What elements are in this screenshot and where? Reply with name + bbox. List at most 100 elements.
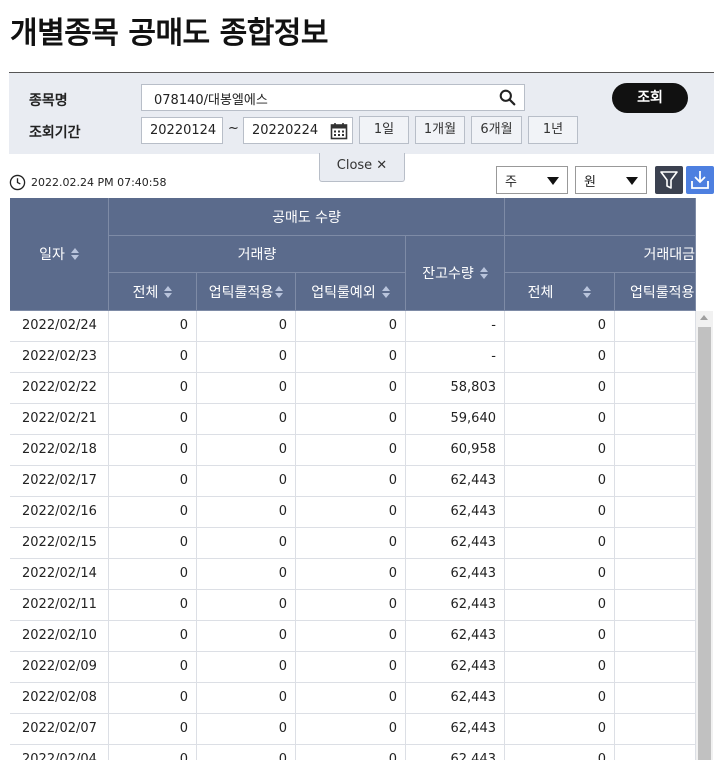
col-amount-total-header[interactable]: 전체 [505,273,615,311]
cell-total: 0 [109,621,197,652]
cell-date: 2022/02/22 [10,373,109,404]
cell-amount-uptick [615,373,696,404]
col-exempt-header[interactable]: 업틱룰예외 [296,273,406,311]
cell-amount-total: 0 [505,745,615,760]
cell-balance: 62,443 [406,621,505,652]
cell-amount-uptick [615,652,696,683]
group-trade-amount-header: 거래대금 [505,236,696,273]
cell-exempt: 0 [296,497,406,528]
timestamp: 2022.02.24 PM 07:40:58 [31,176,167,189]
cell-date: 2022/02/14 [10,559,109,590]
cell-amount-uptick [615,745,696,760]
sort-icon[interactable] [275,285,284,298]
cell-date: 2022/02/23 [10,342,109,373]
sort-icon[interactable] [164,285,173,298]
cell-exempt: 0 [296,404,406,435]
query-button[interactable]: 조회 [612,83,688,113]
table-row: 2022/02/10 0 0 0 62,443 0 [10,621,696,652]
table-row: 2022/02/23 0 0 0-0 [10,342,696,373]
cell-exempt: 0 [296,652,406,683]
cell-uptick: 0 [197,497,296,528]
cell-balance: 60,958 [406,435,505,466]
cell-exempt: 0 [296,373,406,404]
cell-total: 0 [109,435,197,466]
cell-uptick: 0 [197,373,296,404]
cell-amount-total: 0 [505,373,615,404]
currency-select-value: 원 [584,175,596,190]
date-to-input[interactable]: 20220224 [243,117,353,144]
col-uptick-header[interactable]: 업틱룰적용 [197,273,296,311]
group-short-amount-header [505,198,696,236]
cell-uptick: 0 [197,466,296,497]
search-icon[interactable] [499,89,516,106]
close-panel-button[interactable]: Close ✕ [319,153,405,182]
cell-total: 0 [109,528,197,559]
table-row: 2022/02/09 0 0 0 62,443 0 [10,652,696,683]
download-icon [691,171,709,189]
cell-balance: 62,443 [406,652,505,683]
cell-amount-total: 0 [505,683,615,714]
cell-amount-total: 0 [505,652,615,683]
currency-select[interactable]: 원 [575,166,647,194]
short-selling-table: 일자 공매도 수량 거래량 잔고수량 거래대금 전체 업틱룰적용 업틱룰예외 전… [10,198,713,760]
period-1day-button[interactable]: 1일 [359,116,409,144]
cell-date: 2022/02/21 [10,404,109,435]
cell-exempt: 0 [296,590,406,621]
sort-icon[interactable] [583,285,592,298]
scroll-up-arrow[interactable] [700,315,708,320]
cell-date: 2022/02/04 [10,745,109,760]
vertical-scrollbar[interactable] [696,311,713,760]
sort-icon[interactable] [479,267,488,279]
cell-total: 0 [109,373,197,404]
cell-balance: - [406,342,505,373]
cell-uptick: 0 [197,652,296,683]
stock-name-label: 종목명 [29,93,68,109]
date-from-input[interactable]: 20220124 [141,117,223,144]
col-date-header[interactable]: 일자 [10,198,109,311]
cell-total: 0 [109,683,197,714]
col-amount-uptick-header[interactable]: 업틱룰적용 [615,273,696,311]
table-row: 2022/02/11 0 0 0 62,443 0 [10,590,696,621]
cell-amount-uptick [615,404,696,435]
col-total-header[interactable]: 전체 [109,273,197,311]
table-row: 2022/02/16 0 0 0 62,443 0 [10,497,696,528]
period-6month-button[interactable]: 6개월 [471,116,522,144]
filter-button[interactable] [655,166,683,194]
scroll-thumb[interactable] [698,327,711,760]
cell-amount-uptick [615,714,696,745]
cell-exempt: 0 [296,466,406,497]
timestamp-row: 2022.02.24 PM 07:40:58 [9,174,167,191]
cell-date: 2022/02/09 [10,652,109,683]
cell-total: 0 [109,714,197,745]
table-row: 2022/02/17 0 0 0 62,443 0 [10,466,696,497]
cell-balance: 62,443 [406,497,505,528]
cell-exempt: 0 [296,683,406,714]
clock-icon [9,174,26,191]
cell-uptick: 0 [197,621,296,652]
stock-search-input[interactable]: 078140/대봉엘에스 [141,84,525,111]
table-row: 2022/02/24 0 0 0-0 [10,311,696,342]
stock-value: 078140/대봉엘에스 [154,93,268,108]
sort-icon[interactable] [70,248,79,260]
cell-amount-total: 0 [505,466,615,497]
cell-total: 0 [109,559,197,590]
cell-uptick: 0 [197,404,296,435]
date-to-value: 20220224 [252,123,319,138]
sort-icon[interactable] [381,285,390,298]
period-1year-button[interactable]: 1년 [528,116,578,144]
group-short-qty-header: 공매도 수량 [109,198,505,236]
cell-exempt: 0 [296,311,406,342]
cell-exempt: 0 [296,435,406,466]
download-button[interactable] [686,166,714,194]
table-row: 2022/02/15 0 0 0 62,443 0 [10,528,696,559]
cell-amount-total: 0 [505,528,615,559]
filter-icon [660,171,678,189]
calendar-icon[interactable] [330,122,348,140]
period-label: 조회기간 [29,125,81,141]
cell-date: 2022/02/17 [10,466,109,497]
unit-select[interactable]: 주 [496,166,568,194]
cell-balance: 62,443 [406,559,505,590]
search-panel: 종목명 078140/대봉엘에스 조회 조회기간 20220124 ~ 2022… [9,72,714,154]
col-balance-header[interactable]: 잔고수량 [406,236,505,311]
period-1month-button[interactable]: 1개월 [415,116,465,144]
